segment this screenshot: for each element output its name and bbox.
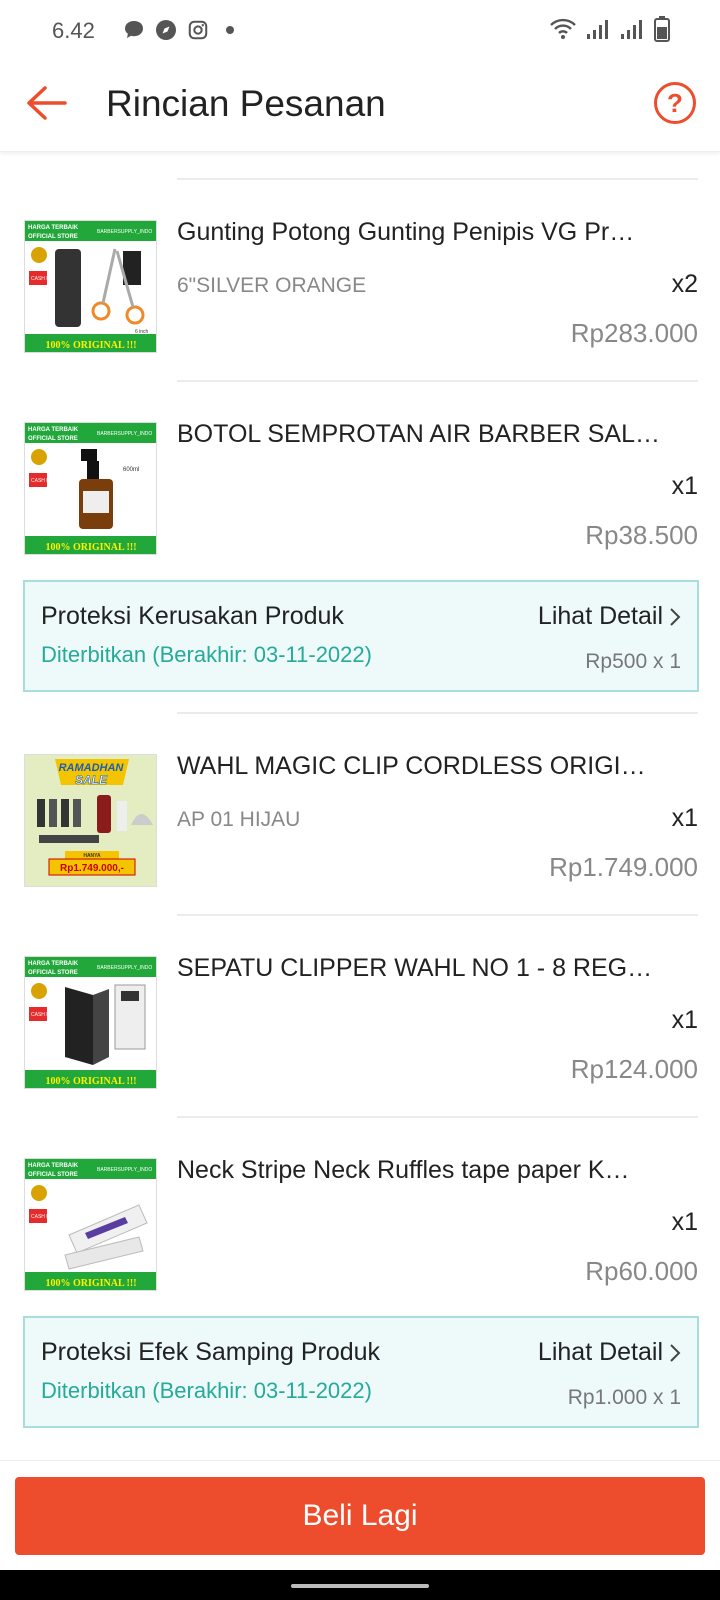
back-button[interactable] (22, 78, 72, 128)
product-variant: 6"SILVER ORANGE (177, 274, 367, 297)
svg-text:OFFICIAL STORE: OFFICIAL STORE (28, 970, 78, 976)
svg-text:OFFICIAL STORE: OFFICIAL STORE (28, 1172, 78, 1178)
product-quantity: x1 (671, 472, 698, 500)
order-item[interactable]: HARGA TERBAIK OFFICIAL STORE BARBERSUPPL… (0, 384, 720, 564)
order-item[interactable]: HARGA TERBAIK OFFICIAL STORE BARBERSUPPL… (0, 182, 720, 362)
signal-icon-2 (620, 18, 644, 45)
product-thumbnail: HARGA TERBAIK OFFICIAL STORE BARBERSUPPL… (24, 956, 157, 1089)
svg-text:HARGA TERBAIK: HARGA TERBAIK (28, 961, 79, 967)
protection-price: Rp1.000 x 1 (567, 1386, 681, 1409)
battery-icon (654, 16, 670, 47)
compass-icon (154, 18, 178, 42)
signal-icon (586, 18, 610, 45)
view-detail-link[interactable]: Lihat Detail (538, 602, 681, 631)
product-price: Rp1.749.000 (549, 852, 698, 882)
order-item[interactable]: RAMADHAN SALE HANYA Rp1.749.000,- WAHL M… (0, 716, 720, 896)
app-bar: Rincian Pesanan ? (0, 60, 720, 152)
dot-icon (218, 18, 242, 42)
svg-text:BARBERSUPPLY_INDO: BARBERSUPPLY_INDO (97, 431, 152, 437)
page-title: Rincian Pesanan (106, 83, 386, 124)
divider (177, 1116, 698, 1118)
chat-icon (122, 18, 146, 42)
product-quantity: x2 (671, 270, 698, 298)
svg-text:100% ORIGINAL !!!: 100% ORIGINAL !!! (45, 340, 136, 351)
svg-text:HARGA TERBAIK: HARGA TERBAIK (28, 427, 79, 433)
svg-text:CASH BACK: CASH BACK (31, 1214, 61, 1220)
arrow-left-icon (27, 86, 67, 120)
chevron-right-icon (670, 1343, 681, 1362)
product-name: Gunting Potong Gunting Penipis VG Pr… (177, 218, 635, 246)
chevron-right-icon (670, 607, 681, 626)
buy-again-button[interactable]: Beli Lagi (15, 1477, 705, 1555)
protection-status: Diterbitkan (Berakhir: 03-11-2022) (41, 642, 372, 667)
svg-text:?: ? (667, 88, 683, 118)
svg-text:HANYA: HANYA (83, 853, 101, 859)
svg-text:BARBERSUPPLY_INDO: BARBERSUPPLY_INDO (97, 1167, 152, 1173)
svg-text:HARGA TERBAIK: HARGA TERBAIK (28, 1163, 79, 1169)
product-price: Rp60.000 (585, 1256, 698, 1286)
svg-text:600ml: 600ml (123, 467, 139, 473)
svg-text:OFFICIAL STORE: OFFICIAL STORE (28, 436, 78, 442)
svg-text:Rp1.749.000,-: Rp1.749.000,- (60, 863, 124, 874)
svg-text:100% ORIGINAL !!!: 100% ORIGINAL !!! (45, 1076, 136, 1087)
svg-text:BARBERSUPPLY_INDO: BARBERSUPPLY_INDO (97, 965, 152, 971)
bottom-action-bar: Beli Lagi (0, 1460, 720, 1570)
product-name: BOTOL SEMPROTAN AIR BARBER SAL… (177, 420, 660, 448)
protection-price: Rp500 x 1 (585, 650, 681, 673)
product-quantity: x1 (671, 804, 698, 832)
product-name: WAHL MAGIC CLIP CORDLESS ORIGI… (177, 752, 646, 780)
product-name: SEPATU CLIPPER WAHL NO 1 - 8 REG… (177, 954, 653, 982)
svg-text:HARGA TERBAIK: HARGA TERBAIK (28, 225, 79, 231)
product-thumbnail: HARGA TERBAIK OFFICIAL STORE BARBERSUPPL… (24, 422, 157, 555)
view-detail-label: Lihat Detail (537, 1338, 663, 1366)
home-gesture-handle[interactable] (291, 1584, 429, 1588)
divider (177, 914, 698, 916)
protection-card[interactable]: Proteksi Efek Samping Produk Diterbitkan… (23, 1316, 699, 1428)
instagram-icon (186, 18, 210, 42)
product-quantity: x1 (671, 1208, 698, 1236)
svg-text:CASH BACK: CASH BACK (31, 478, 61, 484)
wifi-icon (550, 18, 576, 45)
product-thumbnail: HARGA TERBAIK OFFICIAL STORE BARBERSUPPL… (24, 220, 157, 353)
product-price: Rp283.000 (570, 318, 698, 348)
svg-text:100% ORIGINAL !!!: 100% ORIGINAL !!! (45, 1278, 136, 1289)
system-navigation-bar (0, 1570, 720, 1600)
protection-title: Proteksi Kerusakan Produk (41, 602, 344, 630)
status-bar: 6.42 (0, 0, 720, 60)
product-price: Rp124.000 (570, 1054, 698, 1084)
view-detail-link[interactable]: Lihat Detail (538, 1338, 681, 1367)
divider (177, 380, 698, 382)
product-price: Rp38.500 (585, 520, 698, 550)
order-item[interactable]: HARGA TERBAIK OFFICIAL STORE BARBERSUPPL… (0, 1120, 720, 1300)
divider (177, 178, 698, 180)
product-thumbnail: RAMADHAN SALE HANYA Rp1.749.000,- (24, 754, 157, 887)
product-thumbnail: HARGA TERBAIK OFFICIAL STORE BARBERSUPPL… (24, 1158, 157, 1291)
protection-status: Diterbitkan (Berakhir: 03-11-2022) (41, 1378, 372, 1403)
question-icon: ? (654, 82, 696, 124)
status-time: 6.42 (52, 18, 95, 43)
svg-text:CASH BACK: CASH BACK (31, 1012, 61, 1018)
product-name: Neck Stripe Neck Ruffles tape paper K… (177, 1156, 630, 1184)
view-detail-label: Lihat Detail (537, 602, 663, 630)
product-quantity: x1 (671, 1006, 698, 1034)
notification-icons (122, 18, 242, 42)
protection-title: Proteksi Efek Samping Produk (41, 1338, 381, 1366)
svg-text:SALE: SALE (75, 773, 108, 787)
order-item[interactable]: HARGA TERBAIK OFFICIAL STORE BARBERSUPPL… (0, 918, 720, 1098)
svg-text:100% ORIGINAL !!!: 100% ORIGINAL !!! (45, 542, 136, 553)
svg-text:BARBERSUPPLY_INDO: BARBERSUPPLY_INDO (97, 229, 152, 235)
help-button[interactable]: ? (650, 78, 700, 128)
order-items-list: HARGA TERBAIK OFFICIAL STORE BARBERSUPPL… (0, 152, 720, 1460)
system-icons (550, 16, 670, 47)
svg-text:OFFICIAL STORE: OFFICIAL STORE (28, 234, 78, 240)
protection-card[interactable]: Proteksi Kerusakan Produk Diterbitkan (B… (23, 580, 699, 692)
divider (177, 712, 698, 714)
product-variant: AP 01 HIJAU (177, 808, 301, 831)
